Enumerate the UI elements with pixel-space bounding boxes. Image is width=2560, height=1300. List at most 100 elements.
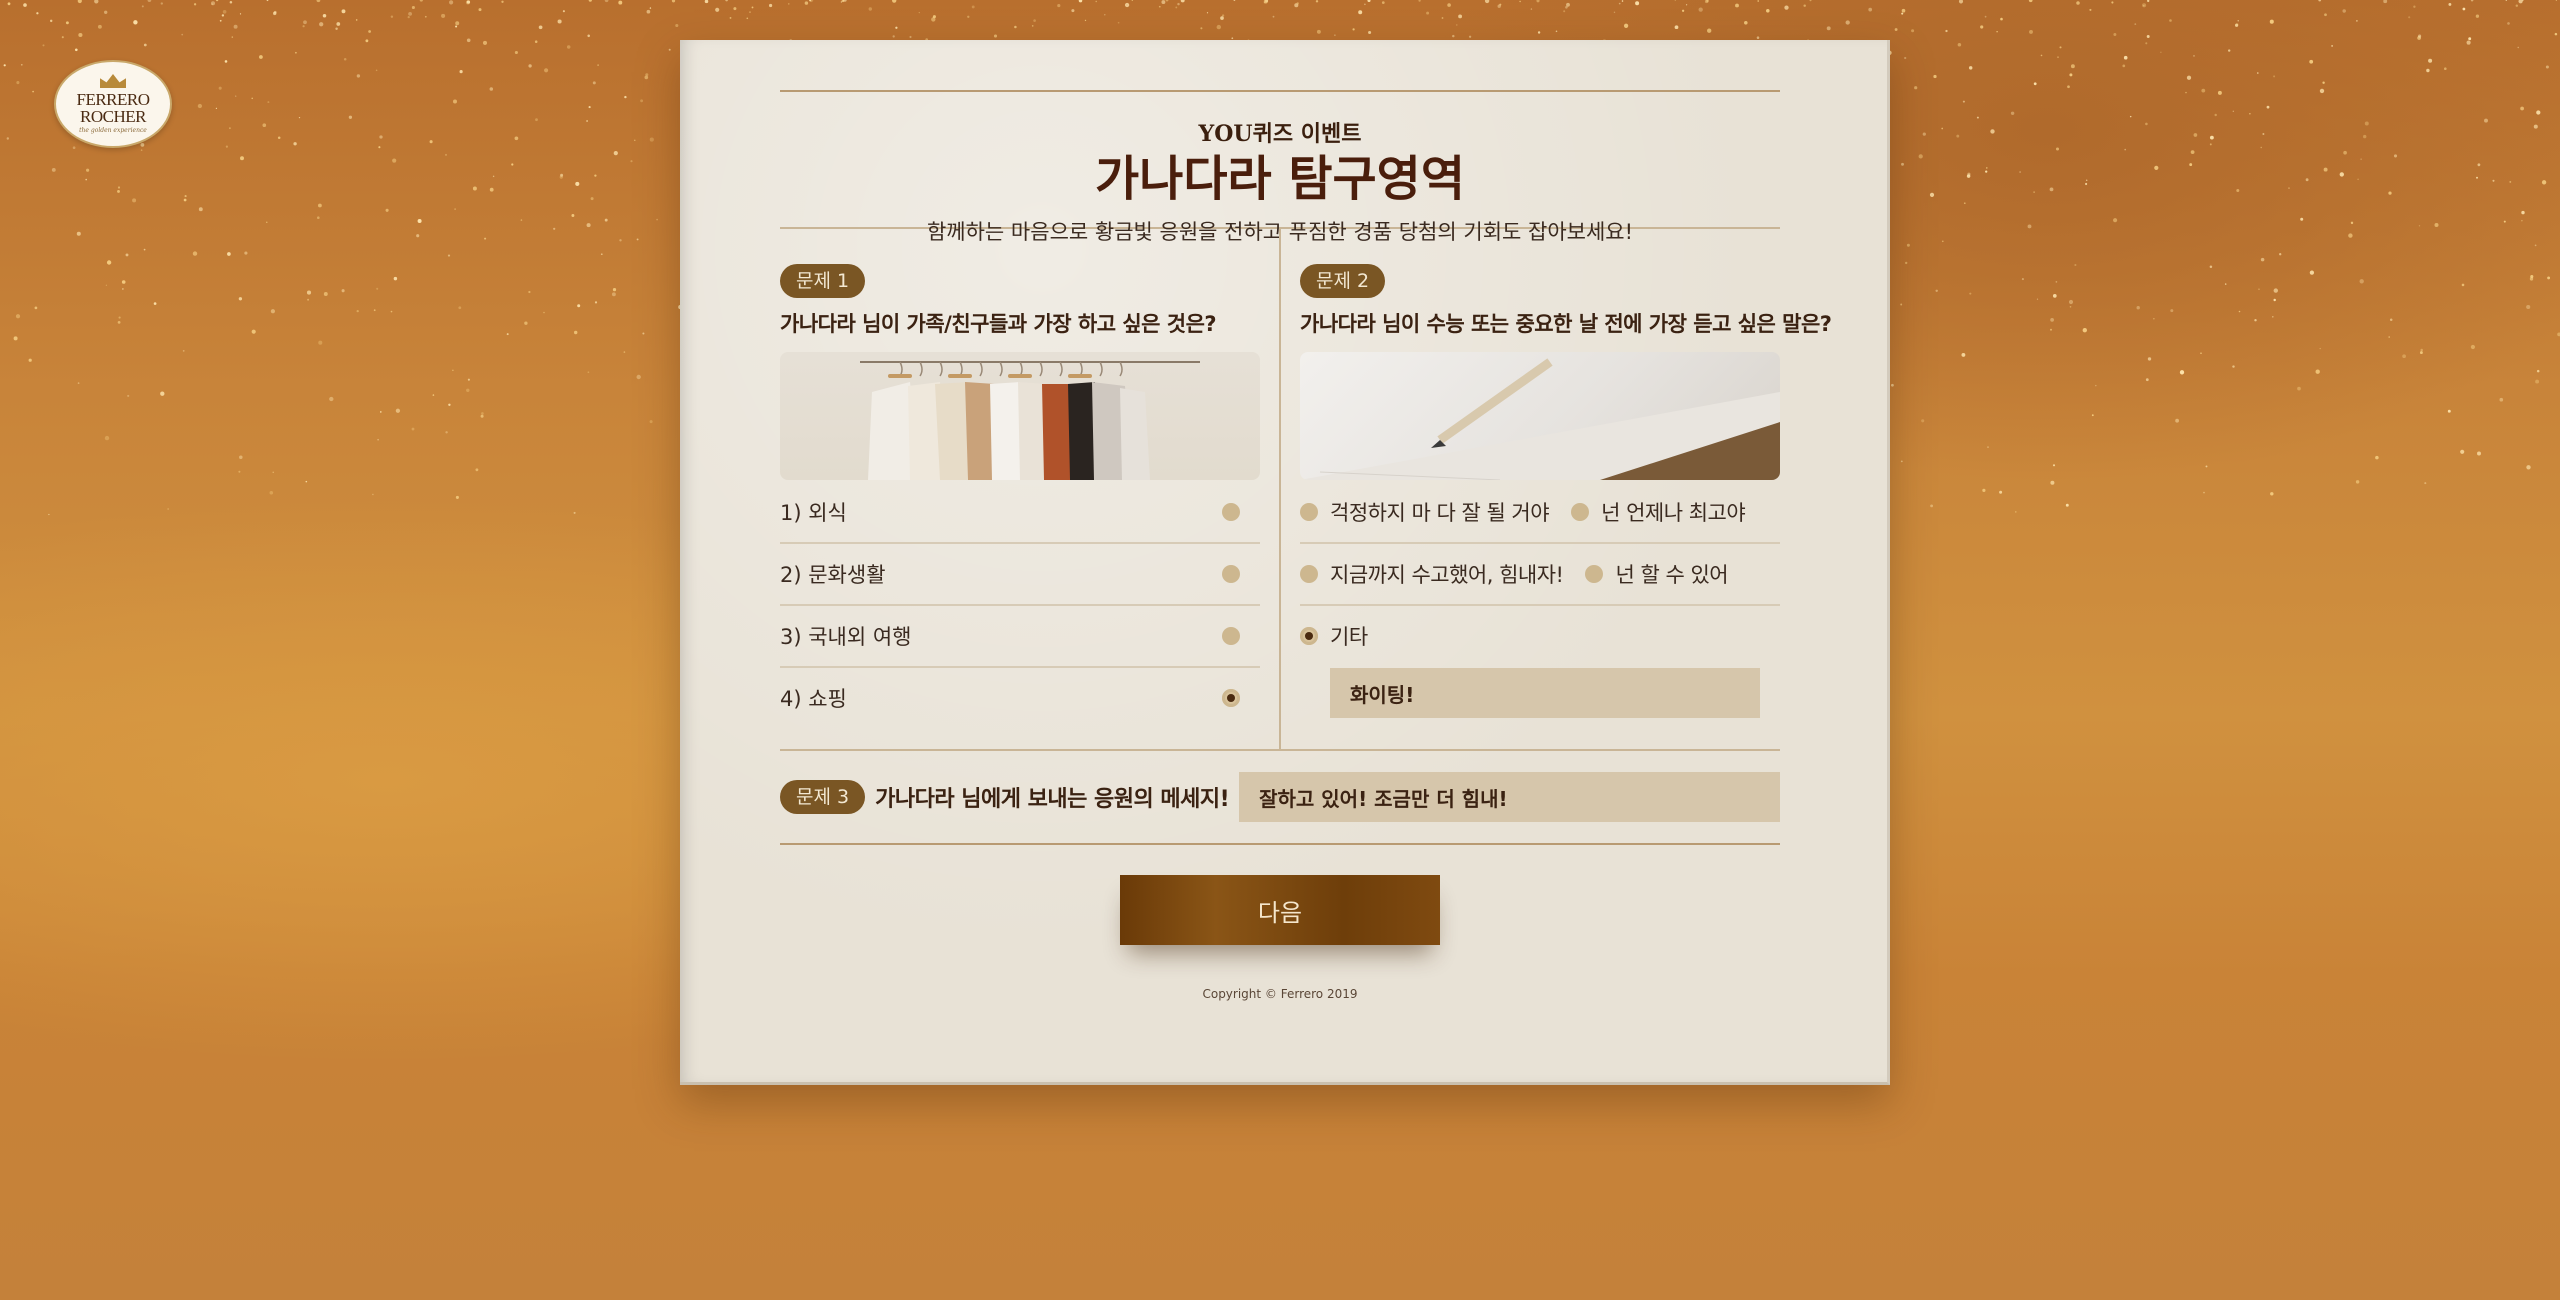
- sparkle: [1519, 0, 1521, 3]
- q2-option-1[interactable]: 걱정하지 마 다 잘 될 거야: [1300, 497, 1571, 527]
- sparkle: [298, 116, 301, 119]
- sparkle: [2424, 482, 2427, 485]
- sparkle: [1272, 15, 1275, 18]
- sparkle: [586, 120, 589, 122]
- sparkle: [2319, 88, 2325, 94]
- sparkle: [132, 198, 137, 203]
- sparkle: [586, 223, 591, 228]
- sparkle: [1315, 0, 1319, 3]
- q2-option-4[interactable]: 넌 할 수 있어: [1585, 559, 1750, 589]
- sparkle: [2224, 283, 2227, 285]
- q2-option-2[interactable]: 넌 언제나 최고야: [1571, 497, 1767, 527]
- sparkle: [2111, 1, 2114, 4]
- q1-option-3[interactable]: 3) 국내외 여행: [780, 606, 1260, 668]
- sparkle: [808, 0, 814, 3]
- sparkle: [1358, 10, 1363, 15]
- sparkle: [2217, 90, 2222, 95]
- sparkle: [147, 0, 152, 2]
- sparkle: [2554, 32, 2558, 36]
- q1-option-2-radio[interactable]: [1222, 565, 1240, 583]
- sparkle: [1367, 0, 1371, 3]
- q1-option-3-radio[interactable]: [1222, 627, 1240, 645]
- sparkle: [1381, 1, 1385, 4]
- sparkle: [571, 214, 575, 217]
- sparkle: [2203, 491, 2205, 494]
- q1-option-4[interactable]: 4) 쇼핑: [780, 668, 1260, 728]
- sparkle: [336, 22, 341, 26]
- sparkle: [229, 0, 233, 4]
- sparkle: [106, 260, 112, 265]
- quiz-header: YOU퀴즈 이벤트 가나다라 탐구영역 함께하는 마음으로 황금빛 응원을 전하…: [780, 92, 1780, 244]
- q2-option-5-radio[interactable]: [1300, 627, 1318, 645]
- sparkle: [77, 0, 82, 4]
- sparkle: [453, 99, 457, 104]
- sparkle: [675, 23, 679, 28]
- sparkle: [319, 22, 324, 27]
- q1-option-1-radio[interactable]: [1222, 503, 1240, 521]
- clothes-rack-photo: [780, 352, 1260, 480]
- sparkle: [2050, 480, 2055, 485]
- sparkle: [215, 0, 219, 2]
- sparkle: [16, 81, 20, 85]
- sparkle: [198, 207, 203, 212]
- ferrero-rocher-logo[interactable]: FERRERO ROCHER the golden experience: [54, 60, 172, 148]
- sparkle: [270, 309, 276, 314]
- q1-option-2[interactable]: 2) 문화생활: [780, 544, 1260, 606]
- sparkle: [2153, 318, 2155, 320]
- sparkle: [1698, 7, 1703, 12]
- sparkle: [3, 64, 6, 67]
- sparkle: [356, 74, 361, 78]
- sparkle: [240, 156, 244, 161]
- sparkle: [2074, 263, 2077, 267]
- q2-option-2-radio[interactable]: [1571, 503, 1590, 521]
- q2-option-3[interactable]: 지금까지 수고했어, 힘내자!: [1300, 559, 1585, 589]
- sparkle: [1681, 9, 1685, 12]
- sparkle: [749, 11, 751, 13]
- sparkle: [2232, 110, 2234, 112]
- sparkle: [1921, 419, 1925, 423]
- sparkle: [222, 9, 227, 14]
- sparkle: [231, 36, 234, 38]
- sparkle: [61, 36, 64, 39]
- sparkle: [368, 30, 371, 33]
- sparkle: [1929, 192, 1935, 198]
- sparkle: [2273, 298, 2276, 302]
- sparkle: [1084, 19, 1087, 22]
- q3-message-input[interactable]: [1239, 772, 1780, 822]
- sparkle: [1900, 303, 1903, 306]
- sparkle: [2262, 133, 2265, 135]
- q2-option-5[interactable]: 기타: [1300, 621, 1390, 651]
- sparkle: [1175, 6, 1178, 9]
- sparkle: [2145, 42, 2148, 45]
- sparkle: [211, 3, 214, 6]
- sparkle: [1426, 11, 1430, 15]
- next-button[interactable]: 다음: [1120, 875, 1440, 945]
- sparkle: [788, 3, 790, 5]
- q1-option-4-radio[interactable]: [1222, 689, 1240, 707]
- sparkle: [2476, 176, 2478, 179]
- sparkle: [636, 238, 639, 241]
- clothes-rack-illustration: [860, 361, 1200, 480]
- sparkle: [804, 1, 809, 5]
- q2-etc-input[interactable]: [1330, 668, 1760, 718]
- sparkle: [1095, 0, 1097, 3]
- sparkle: [892, 0, 897, 3]
- q2-option-4-radio[interactable]: [1585, 565, 1604, 583]
- sparkle: [1707, 28, 1712, 33]
- sparkle: [1918, 154, 1923, 159]
- q2-option-1-radio[interactable]: [1300, 503, 1318, 521]
- sparkle: [2055, 281, 2058, 283]
- q1-option-1[interactable]: 1) 외식: [780, 482, 1260, 544]
- sparkle: [843, 0, 847, 2]
- sparkle: [125, 253, 129, 257]
- sparkle: [2273, 288, 2278, 293]
- sparkle: [993, 34, 998, 38]
- sparkle: [1499, 3, 1502, 6]
- sparkle: [1131, 0, 1133, 1]
- sparkle: [1911, 29, 1915, 33]
- sparkle: [2189, 163, 2193, 167]
- sparkle: [1057, 4, 1061, 8]
- sparkle: [455, 495, 459, 499]
- sparkle: [2355, 480, 2360, 484]
- q2-option-3-radio[interactable]: [1300, 565, 1318, 583]
